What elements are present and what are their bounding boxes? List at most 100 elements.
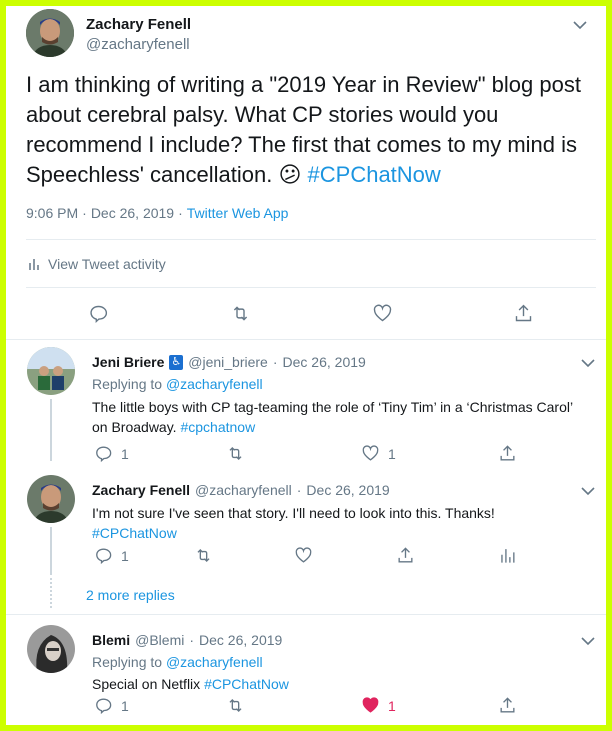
reply-header: Jeni Briere ♿ @jeni_briere · Dec 26, 201… [92, 354, 366, 370]
chevron-down-icon[interactable] [570, 18, 590, 32]
hashtag-link[interactable]: #CPChatNow [204, 676, 289, 692]
meta-separator: · [272, 354, 278, 370]
tweet-time[interactable]: 9:06 PM [26, 205, 78, 221]
avatar[interactable] [27, 475, 75, 523]
reply-body: I'm not sure I've seen that story. I'll … [92, 505, 495, 521]
retweet-icon [197, 549, 210, 562]
retweet-button[interactable] [226, 696, 245, 715]
avatar[interactable] [27, 625, 75, 673]
share-icon[interactable] [513, 303, 534, 324]
accessibility-badge-icon: ♿ [169, 354, 184, 370]
reply-icon [96, 698, 112, 715]
reply-count: 1 [121, 547, 129, 564]
share-button[interactable] [498, 444, 517, 463]
reply-count: 1 [121, 445, 129, 462]
divider [26, 239, 596, 240]
reply-header: Blemi @Blemi · Dec 26, 2019 [92, 632, 282, 648]
retweet-icon[interactable] [229, 303, 252, 324]
thread-line [50, 399, 52, 461]
like-button[interactable]: 1 [361, 444, 396, 463]
hashtag-link[interactable]: #cpchatnow [180, 419, 255, 435]
avatar-photo-icon [26, 9, 74, 57]
avatar-photo-icon [27, 475, 75, 523]
avatar[interactable] [27, 347, 75, 395]
tweet-thread-frame: Zachary Fenell @zacharyfenell I am think… [6, 6, 606, 725]
chevron-down-icon[interactable] [578, 484, 598, 498]
reply-header: Zachary Fenell @zacharyfenell · Dec 26, … [92, 482, 390, 498]
reply-button[interactable]: 1 [94, 546, 129, 565]
divider [6, 339, 606, 340]
hashtag-link[interactable]: #CPChatNow [92, 525, 177, 541]
thread-line-dotted [50, 578, 52, 608]
replying-to: Replying to @zacharyfenell [92, 654, 263, 670]
share-icon [500, 697, 515, 713]
reply-button[interactable]: 1 [94, 696, 129, 715]
share-icon [500, 445, 515, 461]
reply-icon [96, 548, 112, 565]
avatar[interactable] [26, 9, 74, 57]
thread-line [50, 527, 52, 575]
share-button[interactable] [498, 696, 517, 715]
client-link[interactable]: Twitter Web App [187, 205, 289, 221]
reply-author-name[interactable]: Blemi [92, 632, 130, 648]
meta-separator: · [296, 482, 302, 498]
reply-date[interactable]: Dec 26, 2019 [306, 482, 389, 498]
hashtag-link[interactable]: #CPChatNow [308, 162, 441, 187]
retweet-button[interactable] [226, 444, 245, 463]
analytics-button[interactable] [498, 546, 517, 565]
reply-body: The little boys with CP tag-teaming the … [92, 399, 573, 435]
tweet-date[interactable]: Dec 26, 2019 [91, 205, 174, 221]
reply-button[interactable]: 1 [94, 444, 129, 463]
share-icon [398, 547, 413, 563]
share-button[interactable] [396, 546, 415, 565]
like-icon [362, 445, 379, 461]
view-activity-button[interactable]: View Tweet activity [28, 256, 166, 272]
chevron-down-icon[interactable] [578, 634, 598, 648]
reply-author-handle[interactable]: @zacharyfenell [195, 482, 292, 498]
reply-body: Special on Netflix [92, 676, 205, 692]
reply-icon [96, 446, 112, 463]
tweet-meta: 9:06 PM · Dec 26, 2019 · Twitter Web App [26, 205, 288, 221]
reply-text: Special on Netflix #CPChatNow [92, 674, 587, 694]
author-name[interactable]: Zachary Fenell [86, 16, 191, 33]
retweet-icon [229, 447, 242, 460]
avatar-photo-icon [27, 347, 75, 395]
reply-text: The little boys with CP tag-teaming the … [92, 397, 587, 437]
analytics-icon [29, 259, 39, 270]
view-activity-label: View Tweet activity [48, 256, 166, 272]
reply-date[interactable]: Dec 26, 2019 [199, 632, 282, 648]
replying-to-link[interactable]: @zacharyfenell [166, 376, 263, 392]
reply-author-name[interactable]: Jeni Briere [92, 354, 164, 370]
reply-text: I'm not sure I've seen that story. I'll … [92, 503, 587, 543]
like-icon[interactable] [372, 303, 393, 324]
author-handle[interactable]: @zacharyfenell [86, 36, 190, 53]
retweet-icon [229, 699, 242, 712]
meta-separator: · [189, 632, 195, 648]
tweet-text: I am thinking of writing a "2019 Year in… [26, 70, 591, 190]
tweet-body: I am thinking of writing a "2019 Year in… [26, 72, 581, 187]
reply-author-name[interactable]: Zachary Fenell [92, 482, 190, 498]
more-replies-link[interactable]: 2 more replies [86, 587, 175, 603]
divider [6, 614, 606, 615]
reply-count: 1 [121, 697, 129, 714]
avatar-photo-icon [27, 625, 75, 673]
reply-author-handle[interactable]: @jeni_briere [188, 354, 268, 370]
reply-author-handle[interactable]: @Blemi [135, 632, 184, 648]
like-count: 1 [388, 445, 396, 462]
reply-icon[interactable] [88, 303, 109, 324]
chevron-down-icon[interactable] [578, 356, 598, 370]
confused-face-icon: 😕 [278, 162, 302, 187]
like-button[interactable] [294, 546, 313, 565]
like-button[interactable]: 1 [361, 696, 396, 715]
replying-to-label: Replying to [92, 654, 163, 670]
divider [26, 287, 596, 288]
reply-date[interactable]: Dec 26, 2019 [283, 354, 366, 370]
like-icon [295, 547, 312, 563]
replying-to-label: Replying to [92, 376, 163, 392]
replying-to: Replying to @zacharyfenell [92, 376, 263, 392]
analytics-icon [501, 549, 515, 563]
retweet-button[interactable] [194, 546, 213, 565]
replying-to-link[interactable]: @zacharyfenell [166, 654, 263, 670]
like-count: 1 [388, 697, 396, 714]
meta-separator: · [82, 205, 87, 221]
